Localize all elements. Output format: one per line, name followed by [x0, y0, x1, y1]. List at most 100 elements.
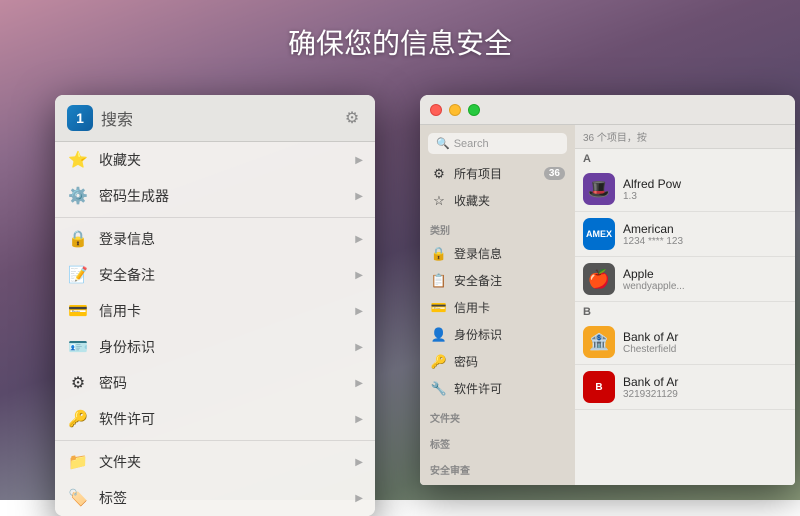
alfred-icon: 🎩 [583, 173, 615, 205]
apple-name: Apple [623, 267, 787, 281]
close-button[interactable] [430, 104, 442, 116]
dropdown-header: 1 搜索 ⚙ [55, 95, 375, 142]
window-titlebar [420, 95, 795, 125]
amex-icon: AMEX [583, 218, 615, 250]
alfred-info: Alfred Pow 1.3 [623, 177, 787, 202]
list-item-bank2[interactable]: B Bank of Ar 3219321129 [575, 365, 795, 410]
logins-label: 登录信息 [99, 229, 355, 249]
note-icon: 📋 [430, 273, 448, 289]
folders-label: 文件夹 [99, 452, 355, 472]
software-icon: 🔑 [67, 408, 89, 430]
dropdown-item-tags[interactable]: 🏷️ 标签 ▶ [55, 480, 375, 516]
items-list: A 🎩 Alfred Pow 1.3 AMEX [575, 149, 795, 485]
software-label: 软件许可 [99, 409, 355, 429]
bank1-sub: Chesterfield [623, 344, 787, 355]
folder-icon: 📁 [67, 451, 89, 473]
dropdown-item-secure-notes[interactable]: 📝 安全备注 ▶ [55, 257, 375, 293]
content-area: 36 个项目，按 A 🎩 Alfred Pow 1.3 [575, 125, 795, 485]
list-item-bank1[interactable]: 🏦 Bank of Ar Chesterfield [575, 320, 795, 365]
sidebar-item-favorites[interactable]: ☆ 收藏夹 [420, 187, 575, 214]
page-title: 确保您的信息安全 [0, 22, 800, 62]
chevron-icon: ▶ [355, 306, 363, 317]
chevron-icon: ▶ [355, 191, 363, 202]
bank1-name: Bank of Ar [623, 330, 787, 344]
window-body: 🔍 Search ⚙ 所有项目 36 ☆ 收藏夹 类别 🔒 登录信息 📋 [420, 125, 795, 485]
chevron-icon: ▶ [355, 234, 363, 245]
list-item-amex[interactable]: AMEX American 1234 **** 123 [575, 212, 795, 257]
minimize-button[interactable] [449, 104, 461, 116]
password-gen-label: 密码生成器 [99, 186, 355, 206]
id-icon: 👤 [430, 327, 448, 343]
card-icon: 💳 [430, 300, 448, 316]
note-icon: 📝 [67, 264, 89, 286]
favorites-label: 收藏夹 [454, 192, 565, 209]
apple-info: Apple wendyapple... [623, 267, 787, 292]
search-label: 搜索 [101, 106, 333, 130]
app-logo: 1 [67, 105, 93, 131]
bank2-sub: 3219321129 [623, 389, 787, 400]
sidebar-item-software[interactable]: 🔧 软件许可 [420, 375, 575, 402]
star-icon: ⭐ [67, 149, 89, 171]
identity-label: 身份标识 [454, 326, 565, 343]
chevron-icon: ▶ [355, 414, 363, 425]
key-icon: ⚙ [67, 372, 89, 394]
sidebar-item-passwords[interactable]: 🔑 密码 [420, 348, 575, 375]
gear-icon: ⚙️ [67, 185, 89, 207]
secure-notes-label: 安全备注 [454, 272, 565, 289]
list-item-alfred[interactable]: 🎩 Alfred Pow 1.3 [575, 167, 795, 212]
tag-icon: 🏷️ [67, 487, 89, 509]
alfred-sub: 1.3 [623, 191, 787, 202]
sidebar-item-all[interactable]: ⚙ 所有项目 36 [420, 160, 575, 187]
list-item-apple[interactable]: 🍎 Apple wendyapple... [575, 257, 795, 302]
sidebar-item-logins[interactable]: 🔒 登录信息 [420, 240, 575, 267]
sidebar-item-credit-cards[interactable]: 💳 信用卡 [420, 294, 575, 321]
identity-label: 身份标识 [99, 337, 355, 357]
chevron-icon: ▶ [355, 457, 363, 468]
tags-section-label: 标签 [420, 428, 575, 454]
chevron-icon: ▶ [355, 342, 363, 353]
key-icon: 🔑 [430, 354, 448, 370]
logins-label: 登录信息 [454, 245, 565, 262]
credit-cards-label: 信用卡 [99, 301, 355, 321]
amex-sub: 1234 **** 123 [623, 236, 787, 247]
bank1-info: Bank of Ar Chesterfield [623, 330, 787, 355]
secure-notes-label: 安全备注 [99, 265, 355, 285]
settings-button[interactable]: ⚙ [341, 107, 363, 129]
divider [55, 440, 375, 441]
sidebar-item-identity[interactable]: 👤 身份标识 [420, 321, 575, 348]
sidebar-search[interactable]: 🔍 Search [428, 133, 567, 154]
lock-icon: 🔒 [67, 228, 89, 250]
favorites-icon: ☆ [430, 193, 448, 209]
passwords-label: 密码 [454, 353, 565, 370]
all-items-label: 所有项目 [454, 165, 538, 182]
dropdown-item-identity[interactable]: 🪪 身份标识 ▶ [55, 329, 375, 365]
sidebar: 🔍 Search ⚙ 所有项目 36 ☆ 收藏夹 类别 🔒 登录信息 📋 [420, 125, 575, 485]
amex-name: American [623, 222, 787, 236]
id-icon: 🪪 [67, 336, 89, 358]
dropdown-item-passwords[interactable]: ⚙ 密码 ▶ [55, 365, 375, 401]
dropdown-item-folders[interactable]: 📁 文件夹 ▶ [55, 444, 375, 480]
bank1-icon: 🏦 [583, 326, 615, 358]
all-items-badge: 36 [544, 167, 565, 180]
chevron-icon: ▶ [355, 270, 363, 281]
sidebar-item-secure-notes[interactable]: 📋 安全备注 [420, 267, 575, 294]
apple-icon: 🍎 [583, 263, 615, 295]
dropdown-item-software[interactable]: 🔑 软件许可 ▶ [55, 401, 375, 437]
bank2-icon: B [583, 371, 615, 403]
chevron-icon: ▶ [355, 493, 363, 504]
search-icon: 🔍 [436, 137, 450, 150]
lock-icon: 🔒 [430, 246, 448, 262]
folders-section-label: 文件夹 [420, 402, 575, 428]
chevron-icon: ▶ [355, 378, 363, 389]
dropdown-item-password-gen[interactable]: ⚙️ 密码生成器 ▶ [55, 178, 375, 214]
dropdown-item-logins[interactable]: 🔒 登录信息 ▶ [55, 221, 375, 257]
dropdown-item-favorites[interactable]: ⭐ 收藏夹 ▶ [55, 142, 375, 178]
zoom-button[interactable] [468, 104, 480, 116]
category-section-label: 类别 [420, 214, 575, 240]
bank2-info: Bank of Ar 3219321129 [623, 375, 787, 400]
passwords-label: 密码 [99, 373, 355, 393]
software-label: 软件许可 [454, 380, 565, 397]
dropdown-item-credit-cards[interactable]: 💳 信用卡 ▶ [55, 293, 375, 329]
content-header: 36 个项目，按 [575, 125, 795, 149]
search-placeholder: Search [454, 138, 489, 150]
